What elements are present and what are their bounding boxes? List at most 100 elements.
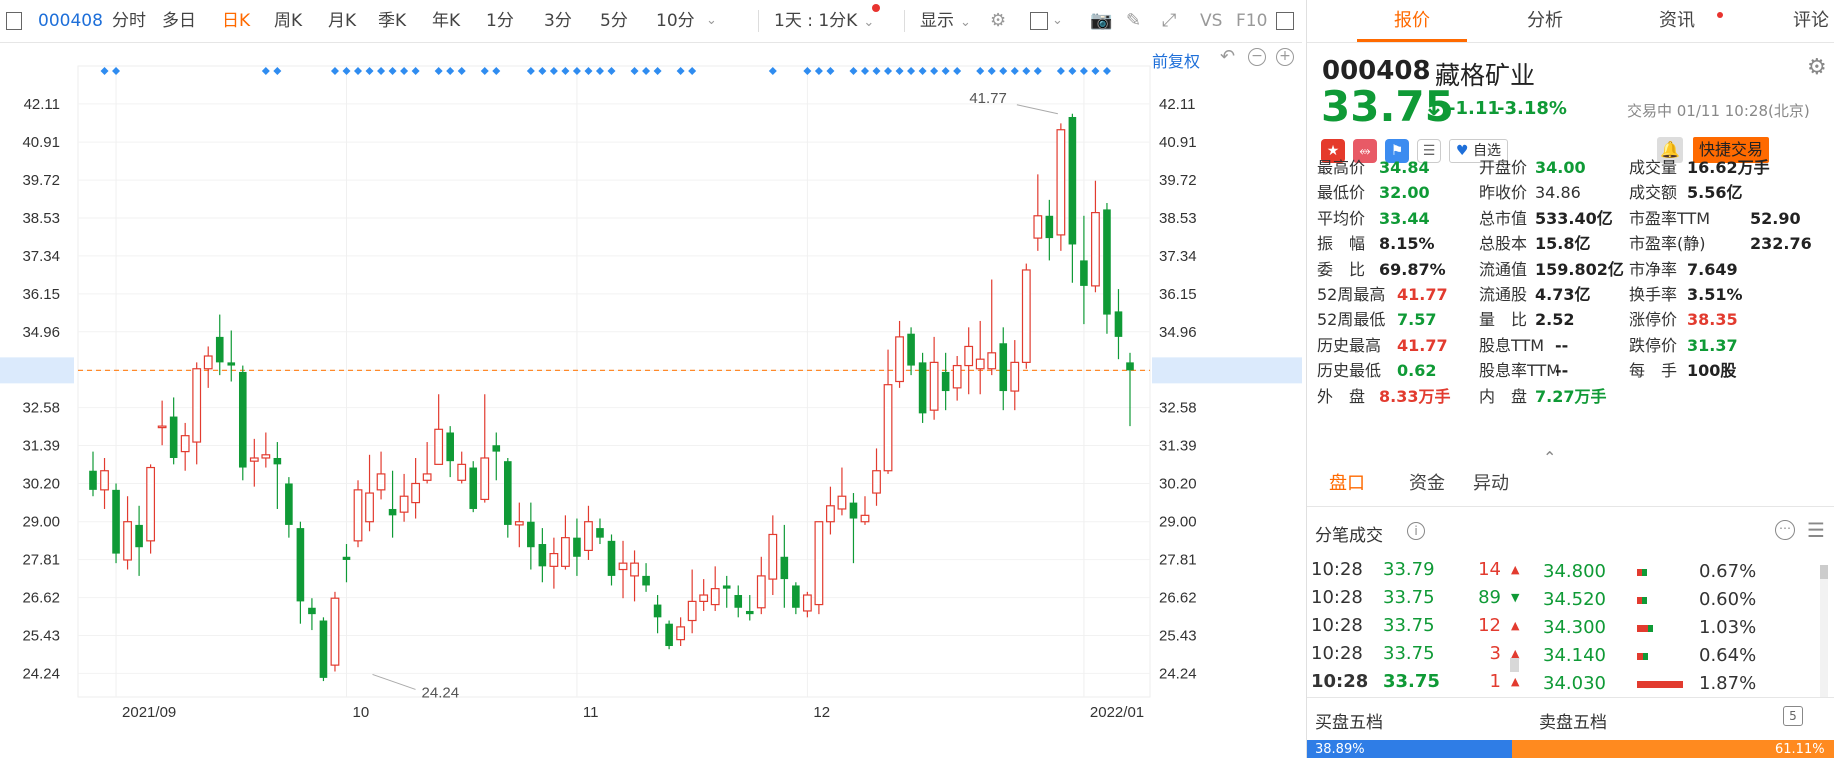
- pencil-icon[interactable]: ✎: [1126, 0, 1141, 42]
- y-tick-label-right: 25.43: [1159, 627, 1197, 644]
- field-label: 股息率TTM: [1479, 361, 1561, 381]
- tab-news[interactable]: 资讯: [1627, 0, 1727, 42]
- event-marker-icon: [642, 67, 651, 75]
- chevron-down-icon[interactable]: ⌄: [1052, 0, 1063, 42]
- tab-orderbook[interactable]: 盘口: [1329, 462, 1365, 506]
- fullscreen-icon[interactable]: ⤢: [1162, 0, 1176, 42]
- low-label: 24.24: [422, 684, 460, 701]
- candle-body-up: [1091, 211, 1100, 287]
- field-value: 7.27万手: [1535, 386, 1607, 406]
- vs-button[interactable]: VS: [1200, 0, 1222, 42]
- candlestick-chart[interactable]: 42.11 42.11 40.91 40.91 39.72 39.72 38.53 38.53…: [0, 42, 1302, 758]
- field-value: 2.52: [1535, 310, 1575, 330]
- display-dropdown[interactable]: 显示 ⌄: [920, 0, 971, 42]
- y-tick-label-right: 39.72: [1159, 172, 1197, 189]
- camera-icon[interactable]: 📷: [1090, 0, 1112, 42]
- tab-funds[interactable]: 资金: [1409, 462, 1445, 506]
- y-tick-label-left: 26.62: [22, 590, 60, 607]
- candle-body-up: [1021, 269, 1031, 363]
- period-tab[interactable]: 10分: [656, 0, 695, 42]
- field-label: 跌停价: [1629, 335, 1678, 355]
- event-marker-icon: [100, 67, 109, 75]
- settings-gear-icon[interactable]: ⚙: [1807, 55, 1827, 80]
- f10-button[interactable]: F10: [1236, 0, 1267, 42]
- more-icon[interactable]: ⋯: [1775, 520, 1795, 540]
- candle-body-up: [376, 473, 386, 491]
- dist-bar-green: [1643, 653, 1648, 660]
- list-menu-icon[interactable]: ☰: [1807, 518, 1825, 542]
- period-tab[interactable]: 1分: [486, 0, 514, 42]
- field-label: 总市值: [1479, 208, 1528, 228]
- event-marker-icon: [377, 67, 386, 75]
- gear-icon[interactable]: ⚙: [990, 0, 1006, 42]
- period-tab[interactable]: 周K: [274, 0, 302, 42]
- field-value: 5.56亿: [1687, 183, 1743, 203]
- candle-body-up: [929, 361, 939, 411]
- chevron-down-icon[interactable]: ⌄: [706, 0, 717, 42]
- candle-body-down: [215, 336, 224, 363]
- y-tick-label-left: 42.11: [24, 96, 60, 113]
- field-label: 每 手: [1629, 361, 1678, 381]
- tab-anomaly[interactable]: 异动: [1473, 462, 1509, 506]
- candle-body-up: [549, 552, 559, 567]
- event-marker-icon: [538, 67, 547, 75]
- y-tick-label-right: 32.58: [1159, 400, 1197, 417]
- tab-analysis[interactable]: 分析: [1495, 0, 1595, 42]
- candle-body-down: [907, 333, 915, 366]
- event-marker-icon: [1056, 67, 1065, 75]
- scrollbar[interactable]: [1820, 565, 1828, 697]
- tab-comments[interactable]: 评论: [1761, 0, 1834, 42]
- event-marker-icon: [561, 67, 570, 75]
- period-tab[interactable]: 3分: [544, 0, 572, 42]
- field-value: 34.00: [1535, 158, 1586, 177]
- period-tab[interactable]: 多日: [162, 0, 196, 42]
- info-icon[interactable]: i: [1407, 522, 1425, 540]
- y-tick-label-right: 30.20: [1159, 475, 1197, 492]
- field-value: 159.802亿: [1535, 259, 1624, 279]
- period-tab[interactable]: 5分: [600, 0, 628, 42]
- five-levels-icon[interactable]: 5: [1783, 706, 1803, 726]
- period-select[interactable]: 1天 : 1分K ⌄: [774, 0, 874, 42]
- period-select-label: 1天 : 1分K: [774, 11, 858, 31]
- x-tick-label: 2021/09: [122, 704, 176, 721]
- event-marker-icon: [446, 67, 455, 75]
- candle-body-down: [135, 524, 143, 548]
- dist-pct: 0.67%: [1699, 561, 1757, 582]
- right-tabs: 报价 分析 资讯 评论: [1307, 0, 1834, 43]
- candle-body-up: [157, 425, 167, 429]
- trading-status: 交易中 01/11 10:28(北京): [1627, 102, 1810, 120]
- period-tab[interactable]: 季K: [378, 0, 406, 42]
- sell-book-title: 卖盘五档: [1539, 713, 1607, 733]
- period-tab[interactable]: 月K: [328, 0, 356, 42]
- field-value: 7.649: [1687, 259, 1738, 279]
- kline-chart-area[interactable]: 前复权 ↶ − + 42.11 42.11 40.91 40.91 39.72 39.72…: [0, 42, 1302, 758]
- period-tab[interactable]: 日K: [222, 0, 250, 42]
- quote-change-pct: -3.18%: [1497, 98, 1567, 119]
- field-label: 市净率: [1629, 259, 1678, 279]
- period-tab[interactable]: 分时: [112, 0, 146, 42]
- dist-bar-green: [1642, 569, 1647, 576]
- price-highlight-right: [1152, 357, 1302, 384]
- tab-quote[interactable]: 报价: [1362, 0, 1462, 42]
- sidebar-toggle-icon[interactable]: [1276, 12, 1294, 30]
- color-square-icon[interactable]: [1030, 12, 1048, 30]
- stock-code: 000408: [38, 11, 103, 31]
- candle-body-up: [457, 463, 467, 481]
- scrollbar-thumb[interactable]: [1820, 565, 1828, 579]
- candle-body-up: [814, 521, 824, 606]
- candle-body-down: [89, 470, 97, 490]
- period-tab[interactable]: 年K: [432, 0, 460, 42]
- candle-body-down: [238, 371, 247, 468]
- high-label: 41.77: [969, 90, 1007, 107]
- panel-toggle-icon[interactable]: [6, 12, 22, 30]
- candle-body-down: [1126, 362, 1134, 371]
- field-label: 52周最高: [1317, 285, 1386, 304]
- chevron-down-icon: ⌄: [863, 15, 875, 30]
- dist-price: 34.030: [1543, 673, 1606, 694]
- dist-price: 34.300: [1543, 617, 1606, 638]
- candle-body-down: [308, 607, 316, 615]
- candle-body-down: [1045, 215, 1054, 239]
- display-label: 显示: [920, 11, 954, 31]
- field-label: 成交额: [1629, 183, 1678, 203]
- distribution-row: 34.520 0.60%: [1307, 585, 1834, 615]
